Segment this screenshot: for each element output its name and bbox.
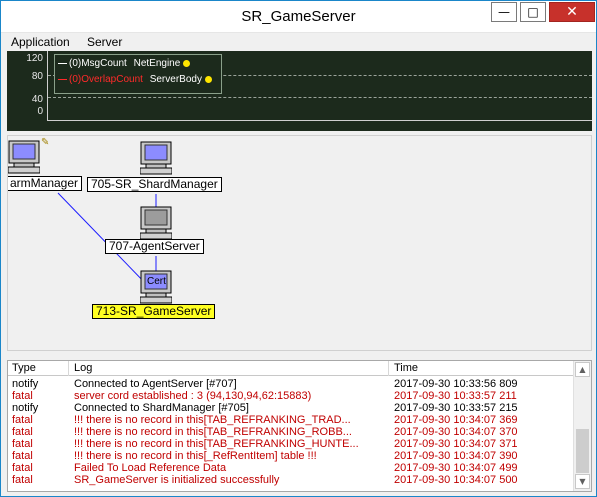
log-row[interactable]: fatal !!! there is no record in this[TAB_… (8, 426, 573, 438)
legend-line (58, 78, 67, 80)
node-label-gameserver[interactable]: 713-SR_GameServer (92, 304, 216, 319)
log-row[interactable]: fatal !!! there is no record in this[_Ref… (8, 450, 573, 462)
menu-server[interactable]: Server (87, 35, 122, 49)
log-type: fatal (12, 450, 33, 462)
node-label-armmanager[interactable]: armManager (8, 176, 83, 191)
legend-group-label: NetEngine (133, 58, 181, 69)
log-row[interactable]: notify Connected to AgentServer [#707] 201… (8, 378, 573, 390)
column-header-log[interactable]: Log (74, 362, 92, 374)
performance-monitor: 120 80 40 0 (0)MsgCount NetEngine (0)Ove… (7, 51, 592, 131)
log-type: fatal (12, 474, 33, 486)
log-type: notify (12, 402, 39, 414)
close-icon: ✕ (566, 4, 578, 20)
log-header: Type Log Time (8, 361, 573, 376)
column-divider[interactable] (68, 361, 69, 376)
log-message: !!! there is no record in this[TAB_REFRA… (74, 438, 359, 450)
log-type: fatal (12, 438, 33, 450)
column-header-type[interactable]: Type (12, 362, 36, 374)
yellow-dot-icon (204, 75, 212, 83)
legend-entry-msgcount: (0)MsgCount NetEngine (58, 58, 191, 69)
log-message: !!! there is no record in this[_RefRentI… (74, 450, 317, 462)
log-scrollbar[interactable]: ▲ ▼ (573, 361, 591, 491)
log-time: 2017-09-30 10:33:57 211 (394, 390, 517, 402)
log-row[interactable]: fatal SR_GameServer is initialized succes… (8, 474, 573, 486)
log-row[interactable]: notify Connected to ShardManager [#705] 20… (8, 402, 573, 414)
column-header-time[interactable]: Time (394, 362, 418, 374)
log-row[interactable]: fatal Failed To Load Reference Data 2017-0… (8, 462, 573, 474)
legend-entry-overlapcount: (0)OverlapCount ServerBody (58, 74, 212, 85)
menu-application[interactable]: Application (11, 35, 70, 49)
log-type: fatal (12, 390, 33, 402)
minimize-icon: — (498, 5, 510, 19)
badge-icon: ✎ (41, 137, 50, 148)
computer-icon[interactable] (140, 206, 172, 240)
column-divider[interactable] (388, 361, 389, 376)
maximize-button[interactable]: □ (520, 2, 546, 22)
log-time: 2017-09-30 10:34:07 499 (394, 462, 518, 474)
log-time: 2017-09-30 10:34:07 369 (394, 414, 518, 426)
log-time: 2017-09-30 10:34:07 370 (394, 426, 518, 438)
node-label-shardmanager[interactable]: 705-SR_ShardManager (87, 177, 222, 192)
log-message: server cord established : 3 (94,130,94,6… (74, 390, 312, 402)
title-bar[interactable]: SR_GameServer — □ ✕ (1, 1, 596, 33)
log-row[interactable]: fatal !!! there is no record in this[TAB_… (8, 414, 573, 426)
log-type: fatal (12, 426, 33, 438)
y-tick-0: 0 (37, 106, 43, 117)
scroll-thumb[interactable] (576, 429, 589, 473)
log-type: fatal (12, 462, 33, 474)
y-tick-120: 120 (26, 53, 43, 64)
y-tick-40: 40 (31, 94, 43, 105)
legend-series-label: (0)MsgCount (69, 58, 127, 69)
close-button[interactable]: ✕ (549, 2, 595, 22)
log-type: fatal (12, 414, 33, 426)
server-topology-diagram: ✎ armManager 705-SR_ShardManager 707-Age… (7, 135, 592, 351)
log-row[interactable]: fatal server cord established : 3 (94,130… (8, 390, 573, 402)
legend-line (58, 62, 67, 64)
scroll-up-icon[interactable]: ▲ (575, 362, 590, 377)
minimize-button[interactable]: — (491, 2, 517, 22)
log-row[interactable]: fatal !!! there is no record in this[TAB_… (8, 438, 573, 450)
maximize-icon: □ (527, 5, 539, 19)
log-message: Failed To Load Reference Data (74, 462, 227, 474)
node-label-agentserver[interactable]: 707-AgentServer (105, 239, 204, 254)
log-panel: Type Log Time notify Connected to AgentSe… (7, 360, 592, 492)
gridline (48, 97, 592, 98)
log-message: Connected to AgentServer [#707] (74, 378, 237, 390)
log-time: 2017-09-30 10:34:07 390 (394, 450, 518, 462)
chart-legend: (0)MsgCount NetEngine (0)OverlapCount Se… (54, 54, 222, 94)
computer-icon[interactable] (8, 140, 40, 174)
log-time: 2017-09-30 10:33:57 215 (394, 402, 518, 414)
legend-series-label: (0)OverlapCount (69, 74, 143, 85)
scroll-down-icon[interactable]: ▼ (575, 474, 590, 489)
log-message: SR_GameServer is initialized successfull… (74, 474, 280, 486)
menu-bar: Application Server (5, 33, 593, 51)
app-window: SR_GameServer — □ ✕ Application Server 1… (0, 0, 597, 497)
cert-label: Cert (147, 276, 166, 287)
log-message: !!! there is no record in this[TAB_REFRA… (74, 426, 352, 438)
log-time: 2017-09-30 10:34:07 500 (394, 474, 518, 486)
legend-group-label: ServerBody (149, 74, 202, 85)
log-message: !!! there is no record in this[TAB_REFRA… (74, 414, 351, 426)
log-message: Connected to ShardManager [#705] (74, 402, 249, 414)
log-time: 2017-09-30 10:33:56 809 (394, 378, 518, 390)
log-time: 2017-09-30 10:34:07 371 (394, 438, 518, 450)
y-tick-80: 80 (31, 71, 43, 82)
yellow-dot-icon (183, 59, 191, 67)
log-type: notify (12, 378, 39, 390)
computer-icon[interactable] (140, 141, 172, 175)
